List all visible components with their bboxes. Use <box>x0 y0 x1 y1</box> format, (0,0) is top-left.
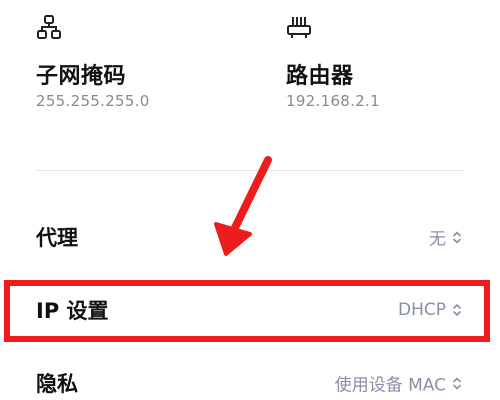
chevron-updown-icon <box>453 231 461 243</box>
router-card: 路由器 192.168.2.1 <box>286 14 380 110</box>
ip-setting-label: IP 设置 <box>36 299 109 323</box>
router-value: 192.168.2.1 <box>286 92 380 110</box>
wifi-details-screen: 子网掩码 255.255.255.0 路由器 192.168.2.1 代理 无 … <box>0 0 500 400</box>
ip-setting-dropdown[interactable]: DHCP <box>398 300 462 320</box>
router-icon <box>287 17 311 38</box>
section-divider <box>36 170 464 171</box>
proxy-value: 无 <box>429 229 446 250</box>
ip-setting-row[interactable]: IP 设置 DHCP <box>0 285 500 335</box>
chevron-updown-icon <box>453 377 461 389</box>
proxy-label: 代理 <box>36 226 78 250</box>
proxy-dropdown[interactable]: 无 <box>429 225 462 250</box>
privacy-setting-row[interactable]: 隐私 使用设备 MAC <box>0 358 500 400</box>
proxy-setting-row[interactable]: 代理 无 <box>0 212 500 262</box>
network-nodes-icon <box>37 15 61 39</box>
subnet-mask-value: 255.255.255.0 <box>36 92 150 110</box>
privacy-label: 隐私 <box>36 372 78 396</box>
router-title: 路由器 <box>286 64 354 89</box>
subnet-mask-card: 子网掩码 255.255.255.0 <box>36 14 149 110</box>
subnet-mask-title: 子网掩码 <box>36 64 127 89</box>
ip-setting-value: DHCP <box>398 300 446 320</box>
privacy-value: 使用设备 MAC <box>334 375 446 396</box>
chevron-updown-icon <box>453 304 461 316</box>
privacy-dropdown[interactable]: 使用设备 MAC <box>335 371 462 396</box>
